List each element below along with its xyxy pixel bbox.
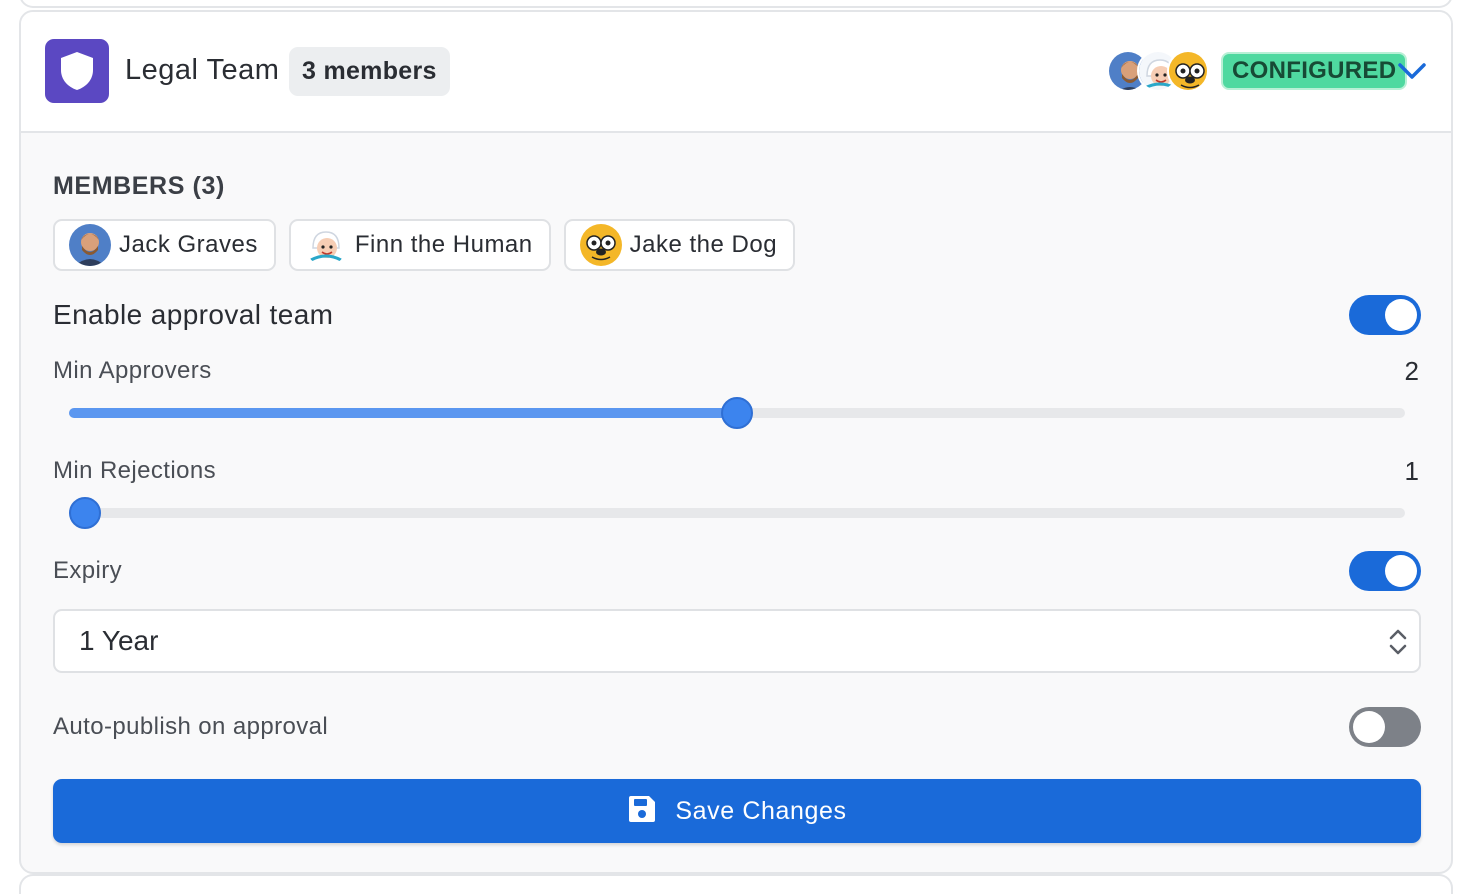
member-chip-jack[interactable]: Jack Graves	[53, 219, 276, 271]
members-section-label: MEMBERS (3)	[53, 172, 225, 200]
team-name: Legal Team	[125, 54, 280, 86]
save-button-label: Save Changes	[675, 796, 847, 825]
min-rejections-label: Min Rejections	[53, 457, 216, 484]
team-card-header[interactable]: Legal Team 3 members CONFIGURED	[21, 12, 1451, 133]
floppy-disk-icon	[627, 794, 657, 829]
min-approvers-value: 2	[1404, 356, 1419, 386]
member-avatar-stack	[1107, 50, 1209, 92]
expiry-toggle[interactable]	[1349, 551, 1421, 591]
member-chip-finn[interactable]: Finn the Human	[288, 219, 551, 271]
member-name: Jack Graves	[119, 231, 258, 258]
chevron-down-icon[interactable]	[1397, 60, 1427, 82]
enable-approval-label: Enable approval team	[53, 299, 334, 330]
team-card: Legal Team 3 members CONFIGURED MEMBERS …	[19, 10, 1453, 874]
jake-avatar	[579, 224, 622, 266]
finn-avatar	[304, 224, 347, 266]
min-rejections-value: 1	[1404, 456, 1419, 486]
member-chips: Jack Graves Finn the Human Jake the Dog	[53, 219, 796, 271]
toggle-knob	[1385, 555, 1417, 587]
member-chip-jake[interactable]: Jake the Dog	[563, 219, 796, 271]
expiry-select[interactable]: 1 Year	[53, 609, 1421, 673]
slider-thumb[interactable]	[721, 397, 753, 429]
member-count-badge: 3 members	[289, 47, 450, 96]
expiry-label: Expiry	[53, 557, 123, 584]
auto-publish-label: Auto-publish on approval	[53, 713, 329, 740]
jake-avatar	[1167, 50, 1209, 92]
min-rejections-slider[interactable]	[69, 497, 1405, 529]
next-card-edge	[19, 874, 1453, 894]
status-badge: CONFIGURED	[1221, 52, 1408, 90]
auto-publish-toggle[interactable]	[1349, 707, 1421, 747]
slider-fill	[69, 408, 737, 418]
member-name: Jake the Dog	[629, 231, 778, 258]
previous-card-edge	[19, 0, 1453, 8]
shield-icon	[45, 39, 109, 103]
enable-approval-toggle[interactable]	[1349, 295, 1421, 335]
toggle-knob	[1385, 299, 1417, 331]
min-approvers-label: Min Approvers	[53, 357, 212, 384]
up-down-chevron-icon	[1387, 628, 1409, 656]
min-approvers-slider[interactable]	[69, 397, 1405, 429]
expiry-selected-value: 1 Year	[79, 625, 159, 656]
save-button[interactable]: Save Changes	[53, 779, 1421, 843]
toggle-knob	[1353, 711, 1385, 743]
slider-thumb[interactable]	[69, 497, 101, 529]
jack-avatar	[69, 224, 111, 266]
member-name: Finn the Human	[354, 231, 533, 258]
